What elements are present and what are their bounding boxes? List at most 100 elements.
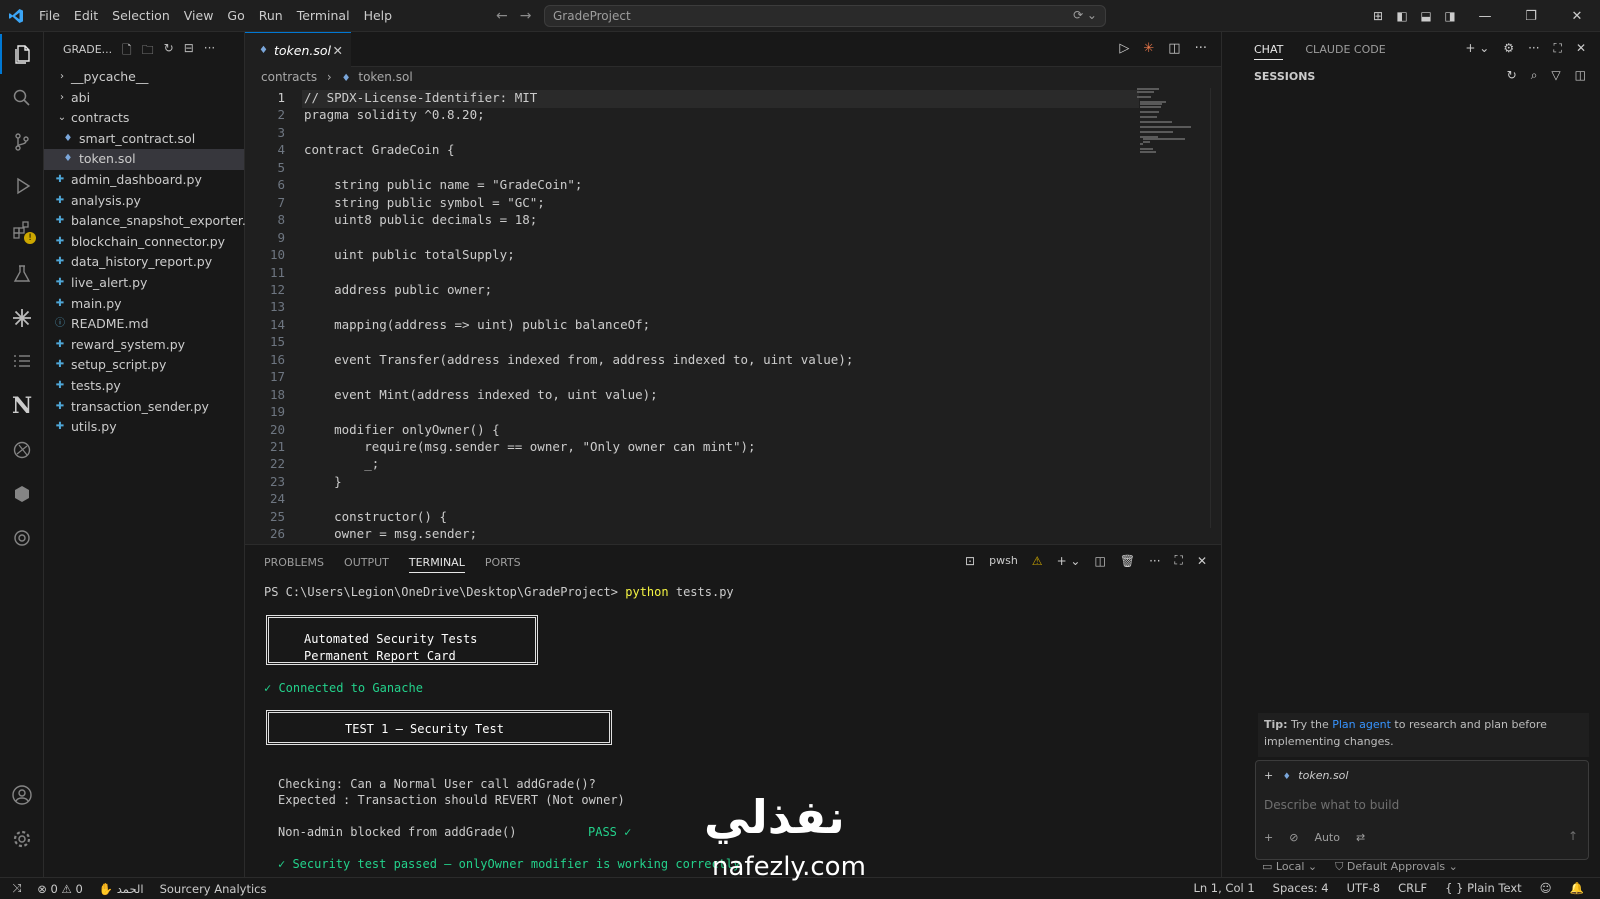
editor-scrollbar[interactable] — [1210, 88, 1211, 528]
copilot-status-icon[interactable]: ☺ — [1540, 881, 1552, 895]
folder-item[interactable]: ⌄ contracts — [44, 108, 244, 129]
file-item[interactable]: ✚ main.py — [44, 294, 244, 315]
menu-file[interactable]: File — [32, 0, 67, 32]
minimap[interactable] — [1137, 88, 1192, 158]
new-terminal-icon[interactable]: + ⌄ — [1057, 554, 1081, 568]
run-debug-icon[interactable] — [0, 166, 44, 206]
file-item[interactable]: ✚ data_history_report.py — [44, 252, 244, 273]
back-arrow-icon[interactable]: ← — [496, 8, 508, 24]
file-item[interactable]: ✚ admin_dashboard.py — [44, 170, 244, 191]
new-file-icon[interactable]: 🗋 — [122, 41, 132, 62]
language-mode[interactable]: { } Plain Text — [1445, 881, 1522, 895]
new-chat-icon[interactable]: + ⌄ — [1465, 41, 1489, 56]
maximize-panel-icon[interactable]: ⛶ — [1175, 553, 1183, 568]
language-pack-status[interactable]: ✋ الحمد — [99, 882, 144, 896]
claude-code-icon[interactable]: ✳ — [1143, 41, 1154, 56]
toggle-panel-icon[interactable]: ⬓ — [1414, 9, 1438, 23]
editor-more-icon[interactable]: ··· — [1195, 41, 1207, 56]
remote-explorer-icon[interactable] — [0, 430, 44, 470]
plan-agent-link[interactable]: Plan agent — [1332, 718, 1391, 731]
testing-flask-icon[interactable] — [0, 254, 44, 294]
chevron-down-icon[interactable]: ⌄ — [56, 108, 68, 129]
problems-status[interactable]: ⊗ 0 ⚠ 0 — [37, 882, 83, 896]
toggle-secondary-sidebar-icon[interactable]: ◨ — [1438, 9, 1462, 23]
attach-icon[interactable]: + — [1264, 831, 1273, 844]
remote-indicator-icon[interactable]: ⤨ — [12, 881, 21, 896]
add-context-icon[interactable]: + — [1264, 769, 1273, 782]
more-actions-icon[interactable]: ··· — [204, 41, 215, 62]
close-panel-icon[interactable]: ✕ — [1197, 554, 1207, 568]
location-picker[interactable]: ▭ Local ⌄ — [1262, 860, 1317, 874]
file-item[interactable]: ✚ transaction_sender.py — [44, 397, 244, 418]
tab-token-sol[interactable]: ♦ token.sol ✕ — [245, 32, 351, 67]
search-sessions-icon[interactable]: ⌕ — [1531, 68, 1538, 83]
tab-chat[interactable]: CHAT — [1254, 39, 1284, 60]
tab-problems[interactable]: PROBLEMS — [264, 556, 324, 569]
tools-icon[interactable]: ⊘ — [1289, 831, 1298, 844]
menu-run[interactable]: Run — [252, 0, 290, 32]
checklist-icon[interactable] — [0, 342, 44, 382]
menu-view[interactable]: View — [177, 0, 221, 32]
maximize-chat-icon[interactable]: ⛶ — [1554, 41, 1562, 56]
explorer-icon[interactable] — [0, 34, 44, 74]
tab-output[interactable]: OUTPUT — [344, 556, 389, 569]
chat-settings-icon[interactable]: ⚙ — [1503, 41, 1514, 56]
claude-spark-icon[interactable] — [0, 298, 44, 338]
settings-gear-icon[interactable] — [0, 819, 44, 859]
menu-go[interactable]: Go — [220, 0, 251, 32]
file-item[interactable]: ✚ analysis.py — [44, 191, 244, 212]
indentation[interactable]: Spaces: 4 — [1273, 881, 1329, 895]
close-chat-icon[interactable]: ✕ — [1576, 41, 1586, 56]
chat-input-box[interactable]: + ♦ token.sol Describe what to build + ⊘… — [1255, 760, 1589, 860]
context-file-chip[interactable]: + ♦ token.sol — [1264, 769, 1348, 782]
breadcrumb-folder[interactable]: contracts — [261, 70, 317, 84]
notion-icon[interactable]: N — [0, 386, 44, 426]
panel-more-icon[interactable]: ··· — [1149, 554, 1160, 568]
chat-more-icon[interactable]: ··· — [1528, 41, 1539, 56]
kill-terminal-icon[interactable]: 🗑 — [1120, 554, 1135, 568]
run-file-icon[interactable]: ▷ — [1119, 41, 1129, 56]
code-editor[interactable]: 1 // SPDX-License-Identifier: MIT 2 pragma … — [245, 88, 1145, 544]
toggle-view-icon[interactable]: ◫ — [1575, 68, 1586, 83]
file-item[interactable]: ✚ live_alert.py — [44, 273, 244, 294]
split-terminal-icon[interactable]: ◫ — [1095, 554, 1106, 568]
filter-icon[interactable]: ▽ — [1551, 68, 1560, 83]
tab-ports[interactable]: PORTS — [485, 556, 521, 569]
menu-selection[interactable]: Selection — [105, 0, 177, 32]
file-item[interactable]: ✚ setup_script.py — [44, 355, 244, 376]
forward-arrow-icon[interactable]: → — [520, 8, 532, 24]
encoding[interactable]: UTF-8 — [1347, 881, 1381, 895]
cursor-position[interactable]: Ln 1, Col 1 — [1193, 881, 1254, 895]
file-item[interactable]: ♦ token.sol — [44, 149, 244, 170]
close-tab-icon[interactable]: ✕ — [333, 43, 343, 58]
new-folder-icon[interactable]: 🗀 — [142, 41, 154, 62]
refresh-sessions-icon[interactable]: ↻ — [1507, 68, 1517, 83]
source-control-icon[interactable] — [0, 122, 44, 162]
chevron-right-icon[interactable]: › — [56, 88, 68, 109]
file-item[interactable]: ✚ utils.py — [44, 417, 244, 438]
menu-terminal[interactable]: Terminal — [290, 0, 357, 32]
command-center[interactable]: GradeProject ⟳ ⌄ — [544, 5, 1106, 27]
menu-edit[interactable]: Edit — [67, 0, 105, 32]
breadcrumb-file[interactable]: token.sol — [358, 70, 412, 84]
close-window-icon[interactable]: ✕ — [1554, 9, 1600, 24]
model-options-icon[interactable]: ⇄ — [1356, 831, 1365, 844]
chat-input-placeholder[interactable]: Describe what to build — [1264, 798, 1399, 812]
sourcery-status[interactable]: Sourcery Analytics — [160, 882, 267, 896]
notifications-bell-icon[interactable]: 🔔 — [1570, 881, 1584, 895]
mode-picker[interactable]: Auto — [1314, 831, 1340, 844]
chevron-right-icon[interactable]: › — [56, 67, 68, 88]
collapse-all-icon[interactable]: ⊟ — [184, 41, 194, 62]
terminal-output[interactable]: PS C:\Users\Legion\OneDrive\Desktop\Grad… — [264, 577, 1204, 877]
approvals-picker[interactable]: ⛉ Default Approvals ⌄ — [1335, 860, 1458, 874]
search-icon[interactable] — [0, 78, 44, 118]
extensions-icon[interactable]: ! — [0, 210, 44, 250]
file-item[interactable]: ✚ blockchain_connector.py — [44, 232, 244, 253]
folder-item[interactable]: › abi — [44, 88, 244, 109]
hexagon-extension-icon[interactable] — [0, 474, 44, 514]
restore-icon[interactable]: ❐ — [1508, 9, 1554, 24]
terminal-shell-label[interactable]: pwsh — [989, 554, 1018, 567]
toggle-sidebar-icon[interactable]: ◧ — [1390, 9, 1414, 23]
file-item[interactable]: ✚ reward_system.py — [44, 335, 244, 356]
tab-claude-code[interactable]: CLAUDE CODE — [1305, 43, 1385, 56]
